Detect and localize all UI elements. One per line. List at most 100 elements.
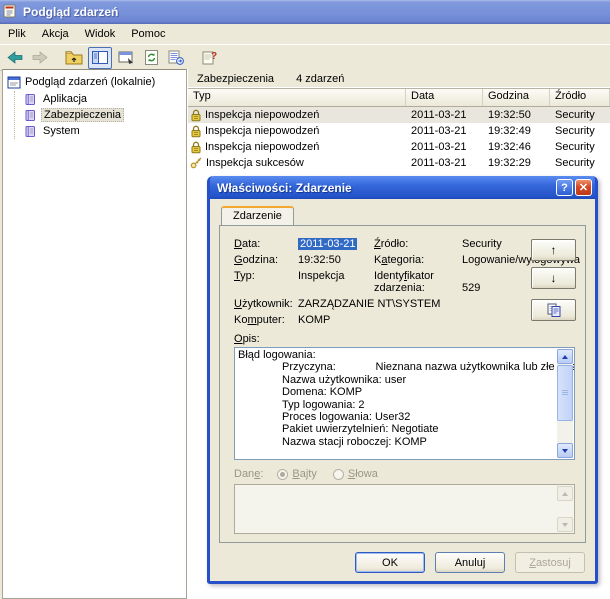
dane-options: Bajty Słowa (277, 468, 377, 480)
scroll-down-icon[interactable] (557, 443, 573, 458)
tree-root-label: Podgląd zdarzeń (lokalnie) (25, 76, 155, 88)
tree-item-zabezpieczenia[interactable]: Zabezpieczenia (15, 107, 186, 123)
event-time-cell: 19:32:50 (483, 109, 550, 121)
opis-label: Opis: (234, 333, 575, 345)
event-date-cell: 2011-03-21 (406, 141, 483, 153)
description-line: Nazwa użytkownika: user (238, 374, 555, 386)
description-text: Błąd logowania:Przyczyna: Nieznana nazwa… (238, 349, 555, 460)
anuluj-button[interactable]: Anuluj (435, 552, 505, 573)
description-line: Proces logowania: User32 (238, 411, 555, 423)
tree-item-aplikacja[interactable]: Aplikacja (15, 91, 186, 107)
scrollbar-thumb[interactable] (557, 365, 573, 421)
dialog-body: Zdarzenie Data: 2011-03-21 Źródło: Secur… (210, 199, 595, 581)
log-book-icon (24, 109, 37, 122)
event-date-cell: 2011-03-21 (406, 157, 483, 169)
event-type-cell: Inspekcja niepowodzeń (188, 141, 406, 154)
copy-button[interactable] (531, 299, 576, 321)
properties-icon[interactable] (115, 48, 137, 68)
typ-label: Typ: (234, 270, 298, 282)
event-source-cell: Security (550, 109, 610, 121)
help-icon[interactable]: ? (199, 48, 221, 68)
zastosuj-button[interactable]: Zastosuj (515, 552, 585, 573)
lock-icon (190, 109, 202, 122)
tree-item-label: System (41, 125, 82, 137)
description-line (238, 448, 555, 460)
ok-button[interactable]: OK (355, 552, 425, 573)
dialog-close-icon[interactable]: ✕ (575, 179, 592, 196)
next-event-button[interactable]: ↓ (531, 267, 576, 289)
radio-słowa[interactable]: Słowa (333, 468, 378, 480)
description-line: Nazwa stacji roboczej: KOMP (238, 436, 555, 448)
menu-item-pomoc[interactable]: Pomoc (123, 26, 173, 42)
description-scrollbar[interactable] (557, 349, 573, 458)
scroll-up-icon[interactable] (557, 349, 573, 364)
menu-item-widok[interactable]: Widok (77, 26, 124, 42)
list-rows: Inspekcja niepowodzeń2011-03-2119:32:50S… (188, 107, 610, 171)
event-date-cell: 2011-03-21 (406, 109, 483, 121)
list-column-headers: Typ Data Godzina Źródło (188, 89, 610, 107)
description-box[interactable]: Błąd logowania:Przyczyna: Nieznana nazwa… (234, 347, 575, 460)
event-time-cell: 19:32:46 (483, 141, 550, 153)
godzina-label: Godzina: (234, 254, 298, 266)
app-icon (3, 4, 19, 19)
id-label: Identyfikator zdarzenia: (374, 270, 462, 294)
event-source-cell: Security (550, 141, 610, 153)
description-line: Domena: KOMP (238, 386, 555, 398)
event-properties-dialog: Właściwości: Zdarzenie ? ✕ Zdarzenie Dat… (207, 176, 598, 584)
komputer-label: Komputer: (234, 314, 298, 326)
event-fields: Data: 2011-03-21 Źródło: Security Godzin… (234, 238, 517, 326)
event-row[interactable]: Inspekcja niepowodzeń2011-03-2119:32:49S… (188, 123, 610, 139)
column-header-godzina[interactable]: Godzina (483, 89, 550, 106)
event-date-cell: 2011-03-21 (406, 125, 483, 137)
event-row[interactable]: Inspekcja niepowodzeń2011-03-2119:32:46S… (188, 139, 610, 155)
tab-zdarzenie[interactable]: Zdarzenie (221, 206, 294, 226)
column-header-data[interactable]: Data (406, 89, 483, 106)
data-label: Data: (234, 238, 298, 250)
tree-item-system[interactable]: System (15, 123, 186, 139)
tree-panel: Podgląd zdarzeń (lokalnie) Aplikacja Zabe… (2, 69, 187, 599)
radio-icon (333, 469, 344, 480)
back-icon[interactable] (4, 48, 26, 68)
kategoria-label: Kategoria: (374, 254, 462, 266)
window-titlebar: Podgląd zdarzeń (0, 0, 610, 24)
data-bytes-box (234, 484, 575, 534)
data-box-scrollbar (557, 486, 573, 532)
event-row[interactable]: Inspekcja niepowodzeń2011-03-2119:32:50S… (188, 107, 610, 123)
svg-text:?: ? (211, 51, 217, 62)
menu-item-plik[interactable]: Plik (0, 26, 34, 42)
tree-root-event-viewer[interactable]: Podgląd zdarzeń (lokalnie) (3, 73, 186, 91)
event-time-cell: 19:32:49 (483, 125, 550, 137)
dialog-titlebar: Właściwości: Zdarzenie ? ✕ (210, 176, 595, 199)
refresh-icon[interactable] (140, 48, 162, 68)
event-viewer-icon (7, 76, 21, 89)
event-nav-buttons: ↑ ↓ (531, 239, 576, 321)
menu-bar: PlikAkcjaWidokPomoc (0, 24, 610, 45)
tree-item-label: Aplikacja (41, 93, 89, 105)
description-line: Typ logowania: 2 (238, 399, 555, 411)
previous-event-button[interactable]: ↑ (531, 239, 576, 261)
lock-icon (190, 141, 202, 154)
description-line: Błąd logowania: (238, 349, 555, 361)
forward-icon[interactable] (29, 48, 51, 68)
column-header-zrodlo[interactable]: Źródło (550, 89, 610, 106)
event-row[interactable]: Inspekcja sukcesów2011-03-2119:32:29Secu… (188, 155, 610, 171)
dialog-help-icon[interactable]: ? (556, 179, 573, 196)
event-type-cell: Inspekcja niepowodzeń (188, 109, 406, 122)
list-info-count: 4 zdarzeń (296, 73, 344, 85)
radio-bajty[interactable]: Bajty (277, 468, 316, 480)
description-line: Przyczyna: Nieznana nazwa użytkownika lu… (238, 361, 555, 373)
data-value: 2011-03-21 (298, 238, 357, 250)
up-folder-icon[interactable] (63, 48, 85, 68)
dane-row: Dane: BajtySłowa (234, 468, 575, 480)
event-type-cell: Inspekcja niepowodzeń (188, 125, 406, 138)
key-icon (190, 157, 203, 169)
export-list-icon[interactable] (165, 48, 187, 68)
menu-item-akcja[interactable]: Akcja (34, 26, 77, 42)
column-header-typ[interactable]: Typ (188, 89, 406, 106)
toolbar: ? (0, 45, 610, 71)
show-hide-tree-icon[interactable] (88, 47, 112, 69)
copy-icon (547, 303, 561, 317)
godzina-value: 19:32:50 (298, 254, 374, 266)
event-type-cell: Inspekcja sukcesów (188, 157, 406, 169)
dialog-title: Właściwości: Zdarzenie (217, 181, 554, 195)
